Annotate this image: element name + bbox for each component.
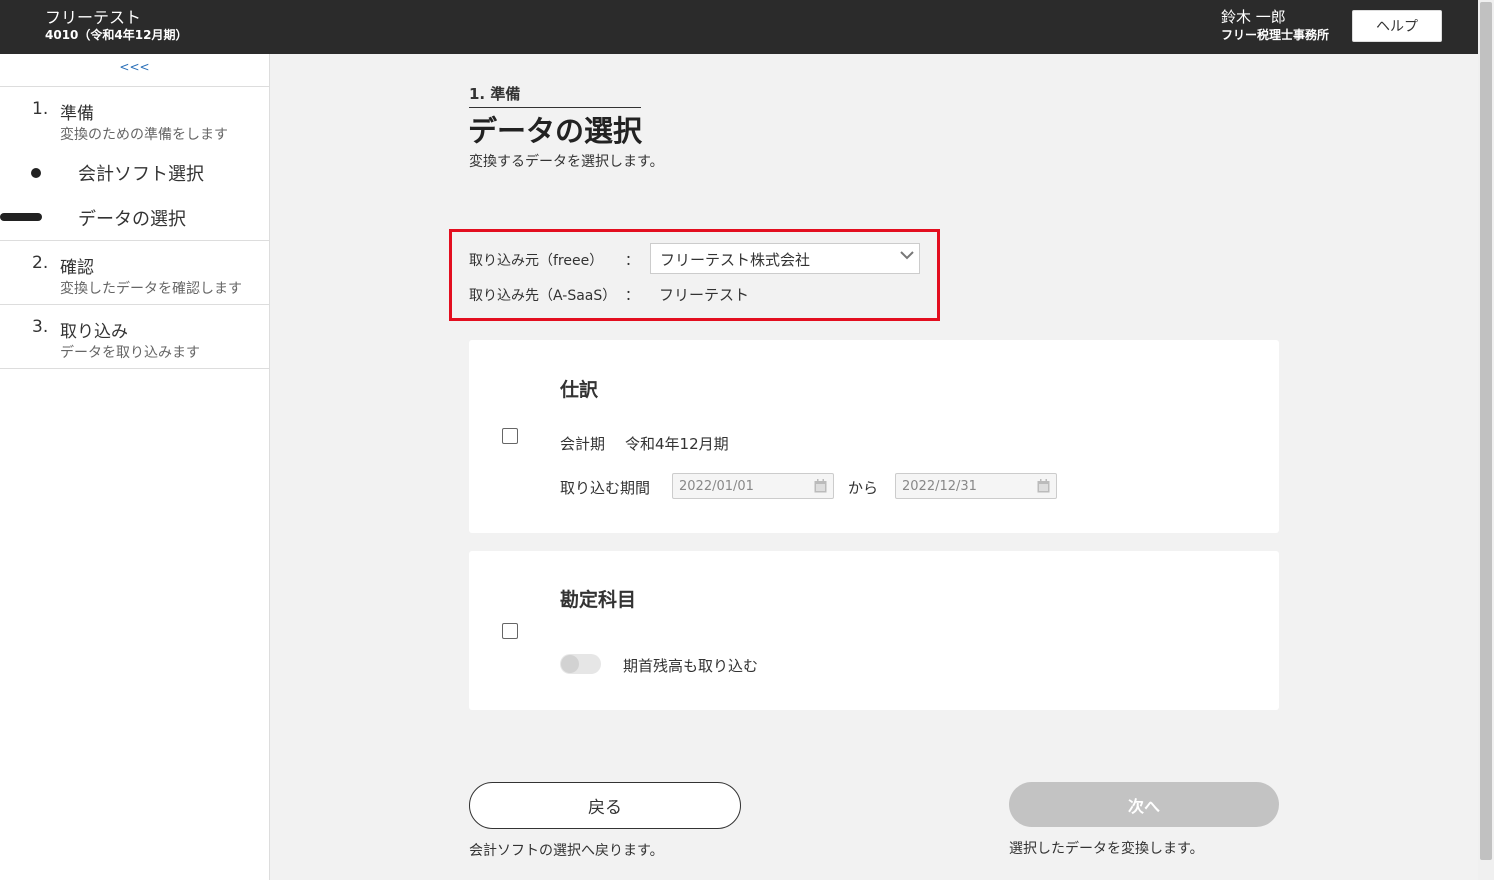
- opening-balance-toggle[interactable]: [560, 654, 601, 674]
- back-button[interactable]: 戻る: [469, 782, 741, 829]
- colon: ：: [625, 288, 639, 304]
- source-label: 取り込み元（freee）: [469, 253, 604, 269]
- bullet-icon: [31, 168, 41, 178]
- sidebar-step-import[interactable]: 3. 取り込み データを取り込みます: [0, 305, 269, 369]
- toggle-label: 期首残高も取り込む: [623, 657, 759, 675]
- page-title: データの選択: [468, 114, 643, 148]
- destination-value: フリーテスト: [659, 286, 750, 304]
- step-number: 1.: [32, 99, 49, 119]
- step-number: 2.: [32, 253, 49, 273]
- step-description: 変換のための準備をします: [60, 127, 228, 143]
- journal-checkbox[interactable]: [502, 428, 518, 444]
- step-title: 取り込み: [60, 322, 128, 342]
- current-step-indicator: [0, 213, 42, 221]
- journal-card: 仕訳 会計期 令和4年12月期 取り込む期間 2022/01/01 から 202…: [469, 340, 1279, 533]
- fiscal-period: 4010（令和4年12月期）: [45, 28, 188, 42]
- accounts-checkbox[interactable]: [502, 623, 518, 639]
- calendar-icon: [1037, 479, 1050, 493]
- user-office: フリー税理士事務所: [1221, 28, 1330, 42]
- sidebar-collapse-button[interactable]: <<<: [0, 54, 269, 87]
- period-label: 会計期: [560, 435, 606, 453]
- back-description: 会計ソフトの選択へ戻ります。: [469, 843, 664, 859]
- user-name: 鈴木 一郎: [1221, 8, 1286, 26]
- step-description: 変換したデータを確認します: [60, 281, 242, 297]
- date-from-input[interactable]: 2022/01/01: [672, 473, 834, 499]
- app-title: フリーテスト: [45, 8, 142, 27]
- next-button[interactable]: 次へ: [1009, 782, 1279, 827]
- step-breadcrumb: 1. 準備: [469, 83, 641, 108]
- scrollbar-thumb[interactable]: [1480, 2, 1492, 860]
- step-number: 3.: [32, 317, 49, 337]
- sidebar-step-prepare[interactable]: 1. 準備 変換のための準備をします 会計ソフト選択 データの選択: [0, 87, 269, 241]
- next-description: 選択したデータを変換します。: [1009, 841, 1204, 857]
- accounts-card: 勘定科目 期首残高も取り込む: [469, 551, 1279, 710]
- substep-software-select[interactable]: 会計ソフト選択: [78, 160, 204, 186]
- date-to-value: 2022/12/31: [902, 479, 977, 494]
- chevron-down-icon: [900, 251, 914, 260]
- sidebar-step-confirm[interactable]: 2. 確認 変換したデータを確認します: [0, 241, 269, 305]
- from-word: から: [848, 479, 879, 497]
- range-label: 取り込む期間: [560, 479, 651, 497]
- period-value: 令和4年12月期: [625, 435, 729, 453]
- app-header: フリーテスト 4010（令和4年12月期） 鈴木 一郎 フリー税理士事務所 ヘル…: [0, 0, 1478, 54]
- source-company-select[interactable]: フリーテスト株式会社: [650, 243, 920, 274]
- substep-data-select[interactable]: データの選択: [78, 205, 186, 231]
- help-button[interactable]: ヘルプ: [1352, 10, 1442, 42]
- toggle-knob: [561, 655, 579, 673]
- step-description: データを取り込みます: [60, 345, 200, 361]
- step-title: 準備: [60, 104, 94, 124]
- sidebar: <<< 1. 準備 変換のための準備をします 会計ソフト選択 データの選択 2.…: [0, 54, 270, 880]
- colon: ：: [625, 253, 639, 269]
- destination-label: 取り込み先（A-SaaS）: [469, 288, 617, 304]
- date-from-value: 2022/01/01: [679, 479, 754, 494]
- card-title: 勘定科目: [560, 589, 637, 611]
- date-to-input[interactable]: 2022/12/31: [895, 473, 1057, 499]
- calendar-icon: [814, 479, 827, 493]
- step-title: 確認: [60, 258, 94, 278]
- page-description: 変換するデータを選択します。: [469, 154, 664, 170]
- card-title: 仕訳: [560, 379, 599, 401]
